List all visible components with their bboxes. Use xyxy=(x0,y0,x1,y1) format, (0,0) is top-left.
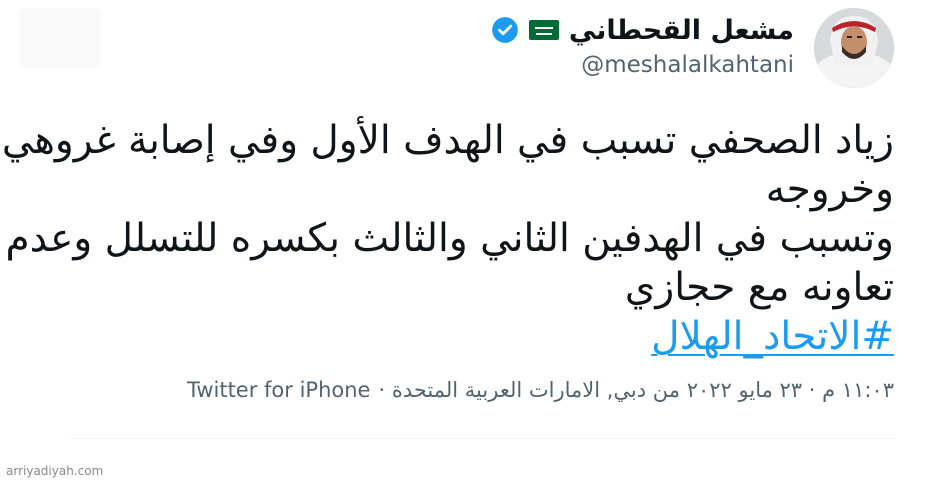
author-name-row[interactable]: مشعل القحطاني xyxy=(491,12,794,48)
hashtag-link[interactable]: #الاتحاد_الهلال xyxy=(14,312,894,361)
tweet-card: مشعل القحطاني @meshalalkahtani زياد الصح… xyxy=(0,0,950,482)
user-handle[interactable]: @meshalalkahtani xyxy=(581,52,794,78)
avatar-photo xyxy=(814,8,894,88)
avatar[interactable] xyxy=(814,8,894,88)
top-left-shade xyxy=(20,8,100,68)
tweet-line: تعاونه مع حجازي xyxy=(624,265,894,310)
tweet-source-link[interactable]: Twitter for iPhone xyxy=(187,378,371,402)
site-watermark: arriyadiyah.com xyxy=(6,464,104,478)
divider xyxy=(70,438,894,439)
saudi-flag-icon xyxy=(528,20,559,40)
verified-badge-icon xyxy=(492,17,518,43)
tweet-line: وخروجه xyxy=(765,167,894,212)
tweet-time-date-place[interactable]: ١١:٠٣ م · ٢٣ مايو ٢٠٢٢ من دبي, الامارات … xyxy=(378,378,894,402)
tweet-text: زياد الصحفي تسبب في الهدف الأول وفي إصاب… xyxy=(1,116,894,361)
tweet-metadata: ١١:٠٣ م · ٢٣ مايو ٢٠٢٢ من دبي, الامارات … xyxy=(187,378,894,402)
tweet-line: وتسبب في الهدفين الثاني والثالث بكسره لل… xyxy=(5,216,894,261)
display-name[interactable]: مشعل القحطاني xyxy=(569,15,794,46)
tweet-line: زياد الصحفي تسبب في الهدف الأول وفي إصاب… xyxy=(1,118,894,163)
